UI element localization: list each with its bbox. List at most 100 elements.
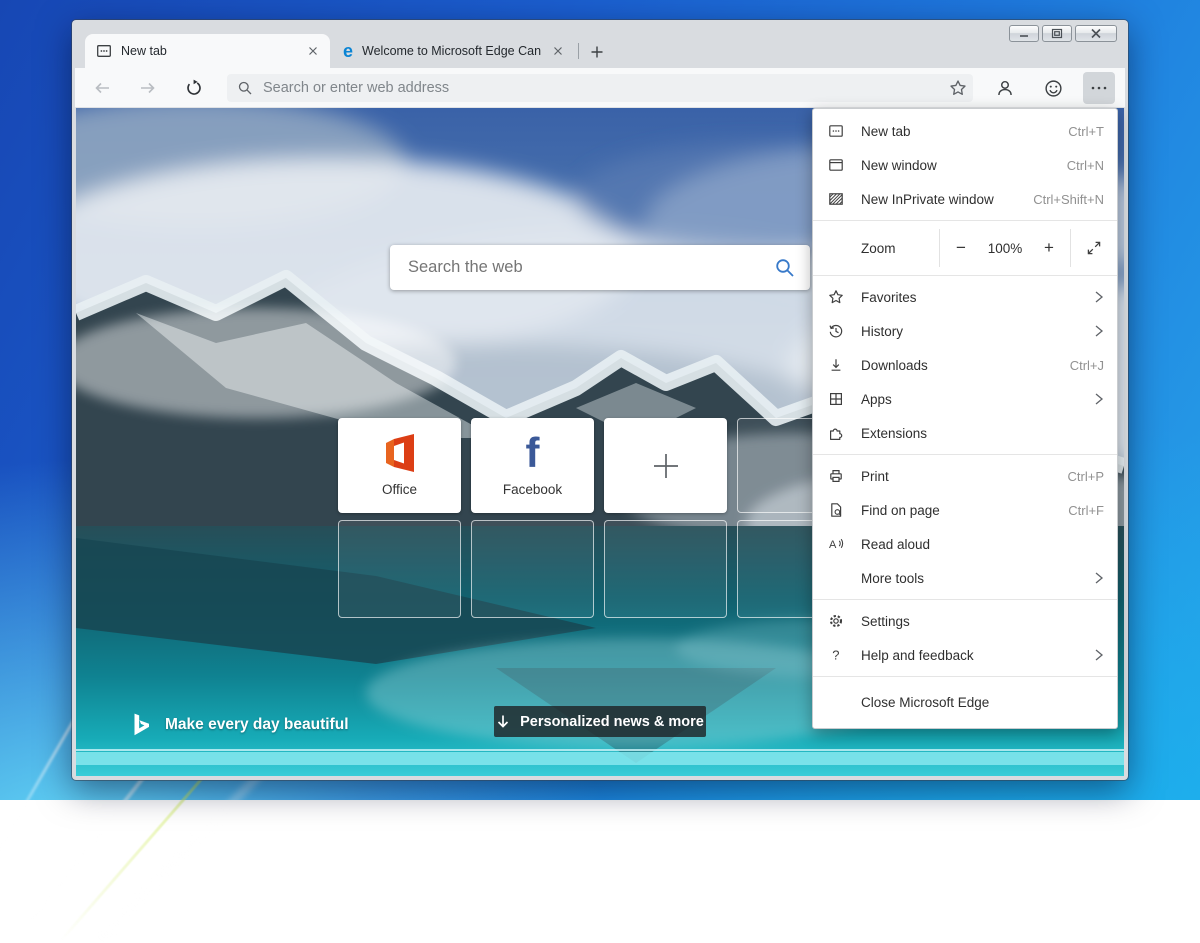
menu-item-shortcut: Ctrl+J bbox=[1070, 358, 1104, 373]
search-icon bbox=[774, 257, 796, 279]
menu-item-shortcut: Ctrl+Shift+N bbox=[1033, 192, 1104, 207]
tab-divider bbox=[578, 43, 579, 59]
tile-label: Office bbox=[382, 482, 417, 497]
refresh-icon bbox=[185, 79, 203, 97]
address-bar[interactable] bbox=[227, 74, 973, 102]
svg-text:?: ? bbox=[832, 648, 839, 663]
menu-separator bbox=[813, 676, 1117, 677]
edge-favicon: e bbox=[343, 42, 353, 60]
menu-item-downloads[interactable]: Downloads Ctrl+J bbox=[813, 348, 1117, 382]
menu-item-new-inprivate-window[interactable]: New InPrivate window Ctrl+Shift+N bbox=[813, 182, 1117, 216]
menu-item-label: New window bbox=[861, 158, 1067, 173]
menu-item-shortcut: Ctrl+T bbox=[1068, 124, 1104, 139]
back-icon bbox=[93, 80, 111, 96]
menu-item-extensions[interactable]: Extensions bbox=[813, 416, 1117, 450]
web-search-input[interactable] bbox=[408, 258, 774, 277]
menu-item-label: New tab bbox=[861, 124, 1068, 139]
new-tab-page-icon bbox=[96, 43, 112, 59]
maximize-icon bbox=[1051, 28, 1063, 39]
menu-item-favorites[interactable]: Favorites bbox=[813, 280, 1117, 314]
smiley-icon bbox=[1044, 79, 1063, 98]
tile-add-site[interactable] bbox=[604, 418, 727, 513]
tile-office[interactable]: Office bbox=[338, 418, 461, 513]
maximize-button[interactable] bbox=[1042, 25, 1072, 42]
menu-item-help-and-feedback[interactable]: ? Help and feedback bbox=[813, 638, 1117, 672]
download-icon bbox=[826, 357, 846, 373]
menu-item-zoom: Zoom − 100% + bbox=[813, 225, 1117, 271]
window-controls bbox=[1009, 25, 1117, 42]
back-button[interactable] bbox=[86, 72, 118, 104]
bing-attribution: Make every day beautiful bbox=[132, 712, 349, 737]
menu-item-shortcut: Ctrl+P bbox=[1068, 469, 1104, 484]
new-window-icon bbox=[826, 157, 846, 173]
find-on-page-icon bbox=[826, 502, 846, 518]
bing-tagline: Make every day beautiful bbox=[165, 716, 349, 734]
tab-close-button[interactable] bbox=[549, 42, 567, 60]
read-aloud-icon: A bbox=[826, 536, 846, 552]
minimize-button[interactable] bbox=[1009, 25, 1039, 42]
tile-facebook[interactable]: f Facebook bbox=[471, 418, 594, 513]
menu-item-print[interactable]: Print Ctrl+P bbox=[813, 459, 1117, 493]
settings-and-more-menu: New tab Ctrl+T New window Ctrl+N New InP… bbox=[812, 108, 1118, 729]
gear-icon bbox=[826, 613, 846, 629]
close-icon bbox=[552, 45, 564, 57]
favorite-star-button[interactable] bbox=[949, 79, 967, 97]
menu-separator bbox=[813, 454, 1117, 455]
menu-item-apps[interactable]: Apps bbox=[813, 382, 1117, 416]
menu-item-shortcut: Ctrl+N bbox=[1067, 158, 1104, 173]
news-button-label: Personalized news & more bbox=[520, 714, 704, 730]
menu-item-label: New InPrivate window bbox=[861, 192, 1033, 207]
menu-item-label: Settings bbox=[861, 614, 1104, 629]
tab-new-tab[interactable]: New tab bbox=[85, 34, 330, 68]
close-icon bbox=[307, 45, 319, 57]
refresh-button[interactable] bbox=[178, 72, 210, 104]
menu-item-label: Print bbox=[861, 469, 1068, 484]
menu-item-label: Favorites bbox=[861, 290, 1088, 305]
chevron-right-icon bbox=[1088, 392, 1104, 406]
apps-icon bbox=[826, 391, 846, 407]
tab-welcome-edge[interactable]: e Welcome to Microsoft Edge Can bbox=[332, 34, 575, 68]
tile-empty bbox=[604, 520, 727, 618]
minimize-icon bbox=[1018, 29, 1030, 39]
menu-item-read-aloud[interactable]: A Read aloud bbox=[813, 527, 1117, 561]
menu-item-history[interactable]: History bbox=[813, 314, 1117, 348]
open-new-tab-button[interactable] bbox=[584, 39, 609, 64]
personalized-news-button[interactable]: Personalized news & more bbox=[494, 706, 706, 737]
history-icon bbox=[826, 323, 846, 339]
menu-item-new-window[interactable]: New window Ctrl+N bbox=[813, 148, 1117, 182]
menu-item-settings[interactable]: Settings bbox=[813, 604, 1117, 638]
ellipsis-icon bbox=[1090, 85, 1108, 91]
menu-item-label: More tools bbox=[861, 571, 1088, 586]
chevron-right-icon bbox=[1088, 324, 1104, 338]
zoom-in-button[interactable]: + bbox=[1028, 225, 1070, 271]
menu-item-more-tools[interactable]: More tools bbox=[813, 561, 1117, 595]
star-icon bbox=[826, 289, 846, 305]
menu-item-close-microsoft-edge[interactable]: Close Microsoft Edge bbox=[813, 681, 1117, 723]
menu-separator bbox=[813, 220, 1117, 221]
arrow-down-icon bbox=[496, 714, 510, 729]
toolbar bbox=[75, 68, 1125, 108]
tab-title: New tab bbox=[121, 44, 304, 58]
forward-button[interactable] bbox=[132, 72, 164, 104]
feedback-button[interactable] bbox=[1037, 72, 1069, 104]
menu-item-label: History bbox=[861, 324, 1088, 339]
profile-button[interactable] bbox=[989, 72, 1021, 104]
menu-item-find-on-page[interactable]: Find on page Ctrl+F bbox=[813, 493, 1117, 527]
printer-icon bbox=[826, 468, 846, 484]
browser-window: New tab e Welcome to Microsoft Edge Can bbox=[72, 20, 1128, 780]
settings-and-more-button[interactable] bbox=[1083, 72, 1115, 104]
zoom-label: Zoom bbox=[813, 225, 939, 271]
menu-item-new-tab[interactable]: New tab Ctrl+T bbox=[813, 114, 1117, 148]
tile-empty bbox=[338, 520, 461, 618]
fullscreen-button[interactable] bbox=[1071, 225, 1117, 271]
tab-title: Welcome to Microsoft Edge Can bbox=[362, 44, 549, 58]
address-input[interactable] bbox=[263, 80, 949, 96]
close-button[interactable] bbox=[1075, 25, 1117, 42]
profile-icon bbox=[996, 79, 1014, 97]
tab-close-button[interactable] bbox=[304, 42, 322, 60]
zoom-out-button[interactable]: − bbox=[940, 225, 982, 271]
menu-item-label: Read aloud bbox=[861, 537, 1104, 552]
menu-separator bbox=[813, 275, 1117, 276]
forward-icon bbox=[139, 80, 157, 96]
web-search-box[interactable] bbox=[390, 245, 810, 290]
